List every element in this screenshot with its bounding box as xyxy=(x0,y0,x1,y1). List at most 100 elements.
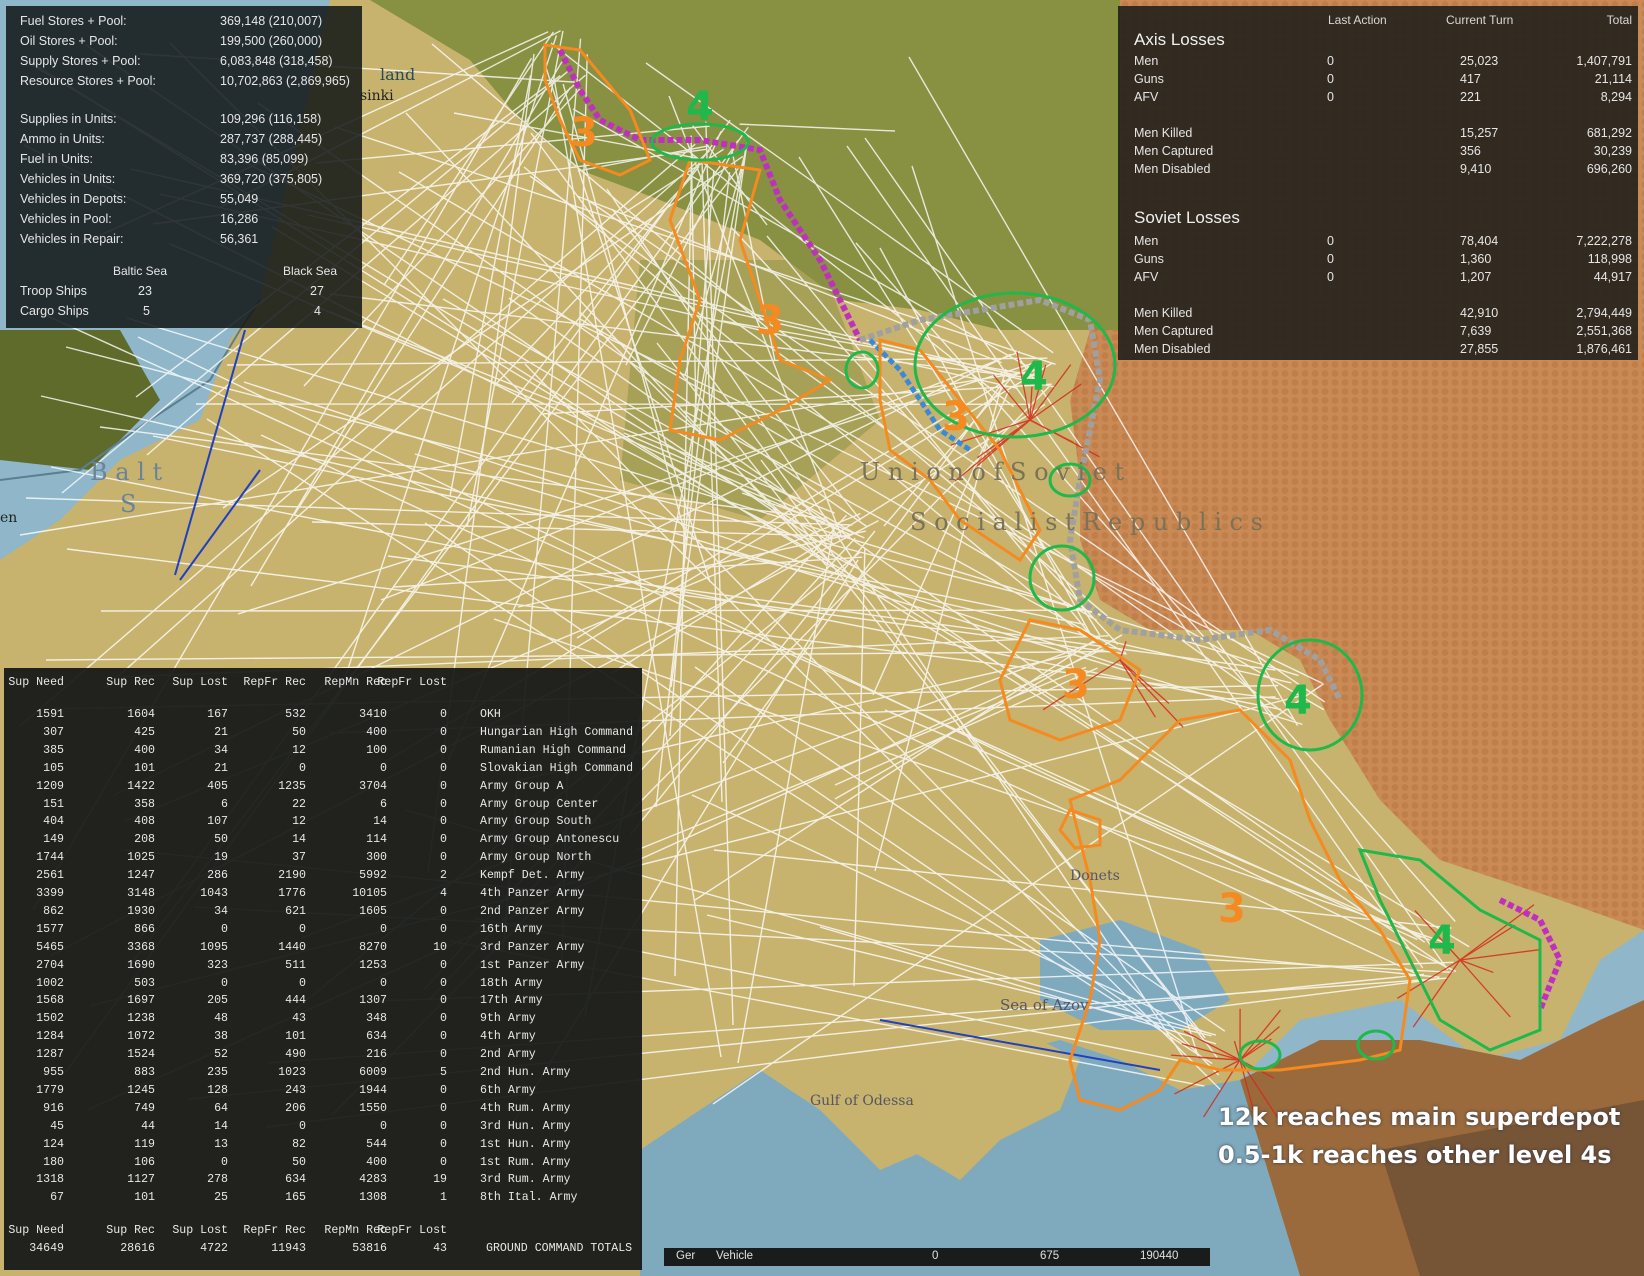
supply-command-name[interactable]: 1st Hun. Army xyxy=(480,1138,570,1151)
supply-command-name[interactable]: 4th Rum. Army xyxy=(480,1102,570,1115)
map-label-baltic-1: B a l t xyxy=(90,458,163,486)
supply-command-name[interactable]: 16th Army xyxy=(480,923,543,936)
supply-cell: 0 xyxy=(440,1119,447,1133)
map-label-helsinki: sinki xyxy=(360,88,394,104)
stores-label: Vehicles in Depots: xyxy=(20,192,127,206)
soviet-loss-row: Men Disabled 27,855 1,876,461 xyxy=(1134,342,1634,359)
supply-cell: 165 xyxy=(285,1191,306,1205)
supply-cell: 1440 xyxy=(278,940,306,954)
supply-cell: 52 xyxy=(214,1048,228,1062)
axis-loss-row: AFV 0 221 8,294 xyxy=(1134,90,1634,107)
level3-mark-center: 3 xyxy=(756,298,784,344)
supply-command-name[interactable]: Army Group North xyxy=(480,851,591,864)
supply-command-name[interactable]: Hungarian High Command xyxy=(480,726,633,739)
stores-row: Ammo in Units: 287,737 (288,445) xyxy=(20,132,356,150)
supply-cell: 0 xyxy=(440,815,447,829)
stores-label: Vehicles in Repair: xyxy=(20,232,124,246)
loss-current-turn: 27,855 xyxy=(1460,342,1499,356)
supply-cell: 0 xyxy=(440,1155,447,1169)
supply-command-name[interactable]: 4th Army xyxy=(480,1030,536,1043)
ships-row-troop: Troop Ships 23 27 xyxy=(20,284,356,302)
stores-row: Vehicles in Depots: 55,049 xyxy=(20,192,356,210)
supply-command-name[interactable]: Army Group Antonescu xyxy=(480,833,619,846)
supply-command-name[interactable]: 4th Panzer Army xyxy=(480,887,584,900)
stores-value: 369,720 (375,805) xyxy=(220,172,323,186)
stores-value: 83,396 (85,099) xyxy=(220,152,309,166)
loss-label: Men Captured xyxy=(1134,144,1214,158)
level4-mark-center: 4 xyxy=(1020,354,1048,400)
axis-loss-row: Men Captured 356 30,239 xyxy=(1134,144,1634,161)
supply-cell: 243 xyxy=(285,1083,306,1097)
supply-cell: 2704 xyxy=(36,958,64,972)
supply-cell: 1245 xyxy=(127,1083,155,1097)
supply-cell: 180 xyxy=(43,1155,64,1169)
supply-cell: 0 xyxy=(299,922,306,936)
map-label-ussr-1: U n i o n o f S o v i e t xyxy=(860,458,1124,486)
supply-cell: 4 xyxy=(440,887,447,900)
supply-cell: 358 xyxy=(134,797,155,811)
axis-loss-row: Men Disabled 9,410 696,260 xyxy=(1134,162,1634,179)
supply-cell: 45 xyxy=(50,1119,64,1133)
soviet-loss-row: Guns 0 1,360 118,998 xyxy=(1134,252,1634,269)
supply-col-header: Sup Need xyxy=(8,676,64,689)
supply-command-name[interactable]: Army Group South xyxy=(480,815,591,828)
supply-cell: 1524 xyxy=(127,1048,155,1062)
supply-cell: 1779 xyxy=(36,1083,64,1097)
supply-cell: 490 xyxy=(285,1048,306,1062)
supply-cell: 0 xyxy=(440,743,447,757)
supply-cell: 34 xyxy=(214,743,228,757)
supply-command-name[interactable]: 2nd Panzer Army xyxy=(480,905,584,918)
loss-label: AFV xyxy=(1134,90,1159,104)
supply-cell: 1 xyxy=(440,1191,447,1205)
supply-cell: 511 xyxy=(285,958,306,972)
supply-cell: 0 xyxy=(221,922,228,936)
supply-command-name[interactable]: 17th Army xyxy=(480,994,543,1007)
supply-command-name[interactable]: Rumanian High Command xyxy=(480,744,626,757)
supply-cell: 44 xyxy=(141,1119,155,1133)
loss-last-action: 0 xyxy=(1327,270,1334,284)
supply-command-name[interactable]: 8th Ital. Army xyxy=(480,1191,577,1204)
supply-command-name[interactable]: 1st Rum. Army xyxy=(480,1156,570,1169)
supply-cell: 124 xyxy=(43,1137,64,1151)
stores-row: Vehicles in Repair: 56,361 xyxy=(20,232,356,250)
loss-label: Men Disabled xyxy=(1134,162,1211,176)
supply-cell: 323 xyxy=(207,958,228,972)
loss-label: Men xyxy=(1134,54,1159,68)
supply-command-name[interactable]: 6th Army xyxy=(480,1084,536,1097)
supply-line xyxy=(100,609,1085,612)
supply-cell: 749 xyxy=(134,1101,155,1115)
loss-label: Men Disabled xyxy=(1134,342,1211,356)
loss-total: 44,917 xyxy=(1593,270,1632,284)
supply-command-name[interactable]: 3rd Panzer Army xyxy=(480,941,584,954)
supply-command-name[interactable]: Army Group A xyxy=(480,780,564,793)
supply-cell: 866 xyxy=(134,922,155,936)
ships-label: Troop Ships xyxy=(20,284,87,298)
supply-cell: 105 xyxy=(43,761,64,775)
supply-cell: 307 xyxy=(43,725,64,739)
map-label-finland: land xyxy=(380,65,415,84)
supply-command-name[interactable]: 1st Panzer Army xyxy=(480,959,584,972)
level3-mark-kursk: 3 xyxy=(1218,886,1246,932)
supply-command-name[interactable]: 2nd Army xyxy=(480,1048,536,1061)
supply-cell: 10 xyxy=(433,940,447,954)
supply-command-name[interactable]: Kempf Det. Army xyxy=(480,869,584,882)
supply-command-name[interactable]: Army Group Center xyxy=(480,798,598,811)
supply-command-name[interactable]: OKH xyxy=(480,708,501,721)
supply-col-header: RepFr Lost xyxy=(377,676,447,689)
supply-command-name[interactable]: Slovakian High Command xyxy=(480,762,633,775)
stores-value: 109,296 (116,158) xyxy=(220,112,322,126)
soviet-loss-row: AFV 0 1,207 44,917 xyxy=(1134,270,1634,287)
loss-label: AFV xyxy=(1134,270,1159,284)
supply-command-name[interactable]: 3rd Hun. Army xyxy=(480,1120,570,1133)
supply-command-name[interactable]: 2nd Hun. Army xyxy=(480,1066,570,1079)
supply-cell: 0 xyxy=(440,1137,447,1151)
supply-command-name[interactable]: 9th Army xyxy=(480,1012,536,1025)
loss-total: 1,876,461 xyxy=(1576,342,1632,356)
map-label-west-edge: en xyxy=(0,510,17,526)
supply-command-name[interactable]: 3rd Rum. Army xyxy=(480,1173,570,1186)
supply-command-name[interactable]: 18th Army xyxy=(480,977,543,990)
supply-cell: 6 xyxy=(221,797,228,811)
loss-total: 2,551,368 xyxy=(1576,324,1632,338)
stores-label: Fuel in Units: xyxy=(20,152,93,166)
stores-label: Ammo in Units: xyxy=(20,132,105,146)
